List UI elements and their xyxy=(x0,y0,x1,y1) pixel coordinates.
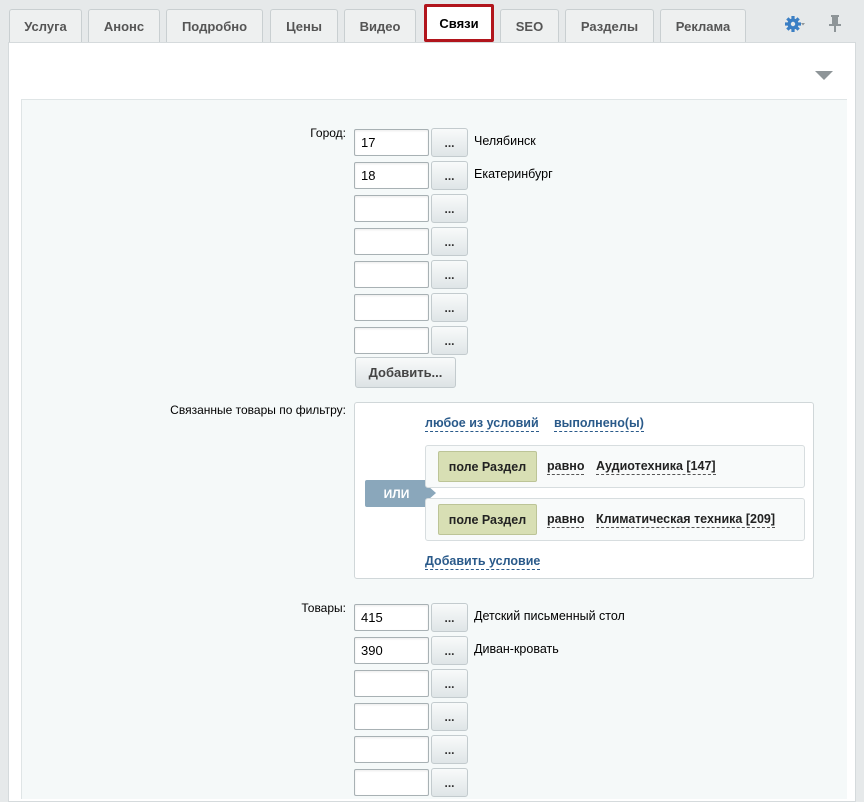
tab-razdely[interactable]: Разделы xyxy=(565,9,654,43)
city-browse-button-3[interactable]: ... xyxy=(431,194,468,223)
tab-anons[interactable]: Анонс xyxy=(88,9,160,43)
tab-usluga[interactable]: Услуга xyxy=(9,9,82,43)
goods-id-input-1[interactable] xyxy=(354,604,429,631)
filter-label: Связанные товары по фильтру: xyxy=(170,403,346,417)
city-id-input-7[interactable] xyxy=(354,327,429,354)
condition-field-button-2[interactable]: поле Раздел xyxy=(438,504,537,535)
city-id-input-1[interactable] xyxy=(354,129,429,156)
gear-icon[interactable] xyxy=(784,14,806,34)
tab-tseny[interactable]: Цены xyxy=(270,9,338,43)
city-browse-button-2[interactable]: ... xyxy=(431,161,468,190)
add-city-button[interactable]: Добавить... xyxy=(355,357,456,388)
fulfilled-link[interactable]: выполнено(ы) xyxy=(554,416,644,432)
goods-id-input-2[interactable] xyxy=(354,637,429,664)
city-id-input-3[interactable] xyxy=(354,195,429,222)
goods-id-input-4[interactable] xyxy=(354,703,429,730)
goods-browse-button-2[interactable]: ... xyxy=(431,636,468,665)
city-id-input-5[interactable] xyxy=(354,261,429,288)
any-conditions-link[interactable]: любое из условий xyxy=(425,416,539,432)
city-name-1: Челябинск xyxy=(474,134,536,148)
city-browse-button-6[interactable]: ... xyxy=(431,293,468,322)
city-id-input-2[interactable] xyxy=(354,162,429,189)
tab-bar: Услуга Анонс Подробно Цены Видео Связи S… xyxy=(0,0,864,44)
city-browse-button-1[interactable]: ... xyxy=(431,128,468,157)
tab-podrobno[interactable]: Подробно xyxy=(166,9,263,43)
goods-browse-button-3[interactable]: ... xyxy=(431,669,468,698)
goods-name-1: Детский письменный стол xyxy=(474,609,625,623)
add-condition-link[interactable]: Добавить условие xyxy=(425,554,541,570)
city-browse-button-5[interactable]: ... xyxy=(431,260,468,289)
goods-name-2: Диван-кровать xyxy=(474,642,559,656)
or-operator-badge[interactable]: ИЛИ xyxy=(365,480,436,507)
condition-op-1[interactable]: равно xyxy=(547,459,585,475)
city-id-input-6[interactable] xyxy=(354,294,429,321)
tab-svyazi[interactable]: Связи xyxy=(424,4,494,42)
city-id-input-4[interactable] xyxy=(354,228,429,255)
condition-op-2[interactable]: равно xyxy=(547,512,585,528)
triangle-down-icon[interactable] xyxy=(815,71,833,80)
tab-video[interactable]: Видео xyxy=(344,9,416,43)
tab-reklama[interactable]: Реклама xyxy=(660,9,746,43)
condition-value-2[interactable]: Климатическая техника [209] xyxy=(596,512,776,528)
goods-id-input-5[interactable] xyxy=(354,736,429,763)
goods-label: Товары: xyxy=(301,601,346,615)
goods-id-input-3[interactable] xyxy=(354,670,429,697)
city-label: Город: xyxy=(310,126,346,140)
city-name-2: Екатеринбург xyxy=(474,167,553,181)
pin-icon[interactable] xyxy=(827,13,843,33)
goods-id-input-6[interactable] xyxy=(354,769,429,796)
goods-browse-button-6[interactable]: ... xyxy=(431,768,468,797)
city-browse-button-7[interactable]: ... xyxy=(431,326,468,355)
goods-browse-button-4[interactable]: ... xyxy=(431,702,468,731)
condition-value-1[interactable]: Аудиотехника [147] xyxy=(596,459,716,475)
goods-browse-button-5[interactable]: ... xyxy=(431,735,468,764)
condition-field-button-1[interactable]: поле Раздел xyxy=(438,451,537,482)
city-browse-button-4[interactable]: ... xyxy=(431,227,468,256)
goods-browse-button-1[interactable]: ... xyxy=(431,603,468,632)
tab-seo[interactable]: SEO xyxy=(500,9,559,43)
